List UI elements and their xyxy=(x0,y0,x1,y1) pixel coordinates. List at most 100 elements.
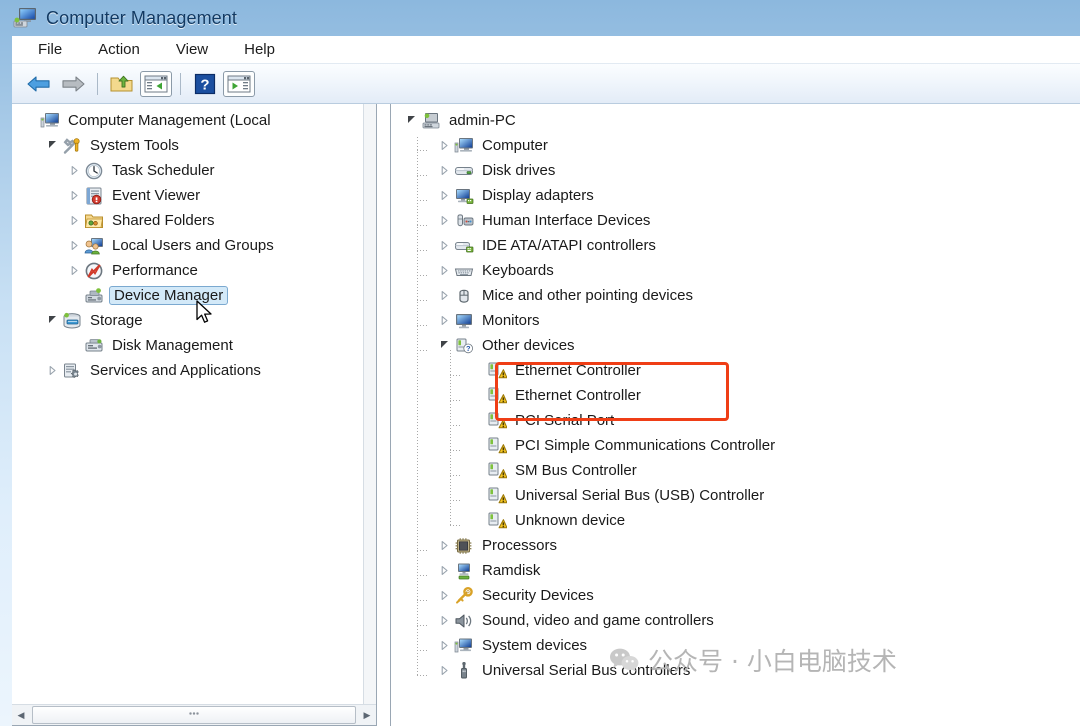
console-tree-item[interactable]: System Tools xyxy=(12,133,364,158)
forward-arrow-icon[interactable] xyxy=(56,69,90,99)
tree-line xyxy=(417,174,429,176)
expand-toggle-closed[interactable] xyxy=(66,158,82,183)
expand-toggle-closed[interactable] xyxy=(436,633,452,658)
expand-toggle-closed[interactable] xyxy=(66,233,82,258)
expand-toggle-closed[interactable] xyxy=(66,208,82,233)
expand-toggle-closed[interactable] xyxy=(436,208,452,233)
console-tree-item-label: Services and Applications xyxy=(90,362,261,379)
device-tree-item[interactable]: Ramdisk xyxy=(391,558,1080,583)
device-tree-item-label: Display adapters xyxy=(482,187,594,204)
horizontal-scroll-thumb[interactable] xyxy=(32,706,356,724)
expand-toggle-closed[interactable] xyxy=(436,258,452,283)
expand-toggle-closed[interactable] xyxy=(436,133,452,158)
device-tree-item[interactable]: Processors xyxy=(391,533,1080,558)
expand-toggle-none xyxy=(469,458,485,483)
expand-toggle-closed[interactable] xyxy=(66,183,82,208)
tree-line xyxy=(417,137,418,675)
tree-line xyxy=(417,674,429,676)
device-tree-item[interactable]: PCI Simple Communications Controller xyxy=(391,433,1080,458)
device-tree-item[interactable]: Ethernet Controller xyxy=(391,383,1080,408)
expand-toggle-closed[interactable] xyxy=(436,308,452,333)
monitor-icon xyxy=(454,312,474,330)
device-tree-item[interactable]: Disk drives xyxy=(391,158,1080,183)
device-tree-item-label: Ramdisk xyxy=(482,562,541,579)
console-tree-item[interactable]: Device Manager xyxy=(12,283,364,308)
expand-toggle-closed[interactable] xyxy=(436,283,452,308)
tree-line xyxy=(450,349,451,525)
device-tree-item[interactable]: Human Interface Devices xyxy=(391,208,1080,233)
expand-toggle-closed[interactable] xyxy=(436,658,452,683)
expand-toggle-closed[interactable] xyxy=(436,233,452,258)
title-bar: Computer Management xyxy=(0,0,1080,36)
console-tree-item-label: Device Manager xyxy=(109,286,229,305)
console-tree-item[interactable]: Storage xyxy=(12,308,364,333)
console-tree-item[interactable]: Computer Management (Local xyxy=(12,108,364,133)
device-tree-item[interactable]: SM Bus Controller xyxy=(391,458,1080,483)
device-tree-item[interactable]: admin-PC xyxy=(391,108,1080,133)
device-tree-item[interactable]: Security Devices xyxy=(391,583,1080,608)
device-tree-item[interactable]: System devices xyxy=(391,633,1080,658)
menu-action[interactable]: Action xyxy=(85,38,153,61)
scroll-left-arrow-icon[interactable]: ◀ xyxy=(12,706,30,724)
computer-icon xyxy=(454,137,474,155)
back-arrow-icon[interactable] xyxy=(22,69,56,99)
device-tree-item[interactable]: PCI Serial Port xyxy=(391,408,1080,433)
show-hide-console-tree-icon[interactable] xyxy=(139,69,173,99)
expand-toggle-closed[interactable] xyxy=(436,533,452,558)
device-tree-item[interactable]: Sound, video and game controllers xyxy=(391,608,1080,633)
expand-toggle-open[interactable] xyxy=(403,108,419,133)
menu-file[interactable]: File xyxy=(25,38,75,61)
toolbar-separator-1 xyxy=(97,72,98,95)
console-tree[interactable]: Computer Management (Local System Tools … xyxy=(12,108,364,703)
device-tree-item[interactable]: Ethernet Controller xyxy=(391,358,1080,383)
expand-toggle-closed[interactable] xyxy=(436,558,452,583)
tree-line xyxy=(450,499,462,501)
expand-toggle-closed[interactable] xyxy=(436,183,452,208)
device-tree-item[interactable]: Monitors xyxy=(391,308,1080,333)
system-device-icon xyxy=(454,637,474,655)
unknown-device-icon xyxy=(487,512,508,530)
device-tree-item-label: Processors xyxy=(482,537,558,554)
device-tree-item[interactable]: Mice and other pointing devices xyxy=(391,283,1080,308)
device-tree-item[interactable]: Unknown device xyxy=(391,508,1080,533)
device-tree-item[interactable]: Keyboards xyxy=(391,258,1080,283)
help-icon[interactable]: ? xyxy=(188,69,222,99)
console-tree-item[interactable]: Task Scheduler xyxy=(12,158,364,183)
expand-toggle-none xyxy=(66,283,82,308)
console-tree-item[interactable]: Local Users and Groups xyxy=(12,233,364,258)
mouse-icon xyxy=(454,287,474,305)
tree-line xyxy=(417,649,429,651)
performance-icon xyxy=(84,262,104,280)
device-tree-item[interactable]: ? Other devices xyxy=(391,333,1080,358)
expand-toggle-closed[interactable] xyxy=(436,158,452,183)
expand-toggle-closed[interactable] xyxy=(436,608,452,633)
device-manager-pane: admin-PC Computer Disk drives Display ad… xyxy=(390,104,1080,726)
console-tree-item[interactable]: Disk Management xyxy=(12,333,364,358)
console-tree-item-label: Event Viewer xyxy=(112,187,201,204)
console-tree-item[interactable]: Shared Folders xyxy=(12,208,364,233)
left-pane-vertical-scrollbar[interactable] xyxy=(363,104,376,707)
expand-toggle-closed[interactable] xyxy=(44,358,60,383)
menu-view[interactable]: View xyxy=(163,38,221,61)
menu-help[interactable]: Help xyxy=(231,38,288,61)
expand-toggle-open[interactable] xyxy=(44,133,60,158)
console-tree-item-label: Storage xyxy=(90,312,143,329)
console-tree-item[interactable]: Performance xyxy=(12,258,364,283)
computer-management-icon xyxy=(13,7,37,29)
console-tree-item[interactable]: Services and Applications xyxy=(12,358,364,383)
device-tree-item[interactable]: IDE ATA/ATAPI controllers xyxy=(391,233,1080,258)
expand-toggle-open[interactable] xyxy=(44,308,60,333)
left-pane-horizontal-scrollbar[interactable]: ◀ ▶ xyxy=(12,704,376,725)
device-tree-item[interactable]: Display adapters xyxy=(391,183,1080,208)
processor-icon xyxy=(454,537,474,555)
expand-toggle-closed[interactable] xyxy=(436,583,452,608)
up-one-level-icon[interactable] xyxy=(105,69,139,99)
show-hide-action-pane-icon[interactable] xyxy=(222,69,256,99)
device-tree[interactable]: admin-PC Computer Disk drives Display ad… xyxy=(391,108,1080,726)
device-tree-item[interactable]: Computer xyxy=(391,133,1080,158)
expand-toggle-closed[interactable] xyxy=(66,258,82,283)
scroll-right-arrow-icon[interactable]: ▶ xyxy=(358,706,376,724)
device-tree-item[interactable]: Universal Serial Bus controllers xyxy=(391,658,1080,683)
console-tree-item[interactable]: Event Viewer xyxy=(12,183,364,208)
device-tree-item[interactable]: Universal Serial Bus (USB) Controller xyxy=(391,483,1080,508)
